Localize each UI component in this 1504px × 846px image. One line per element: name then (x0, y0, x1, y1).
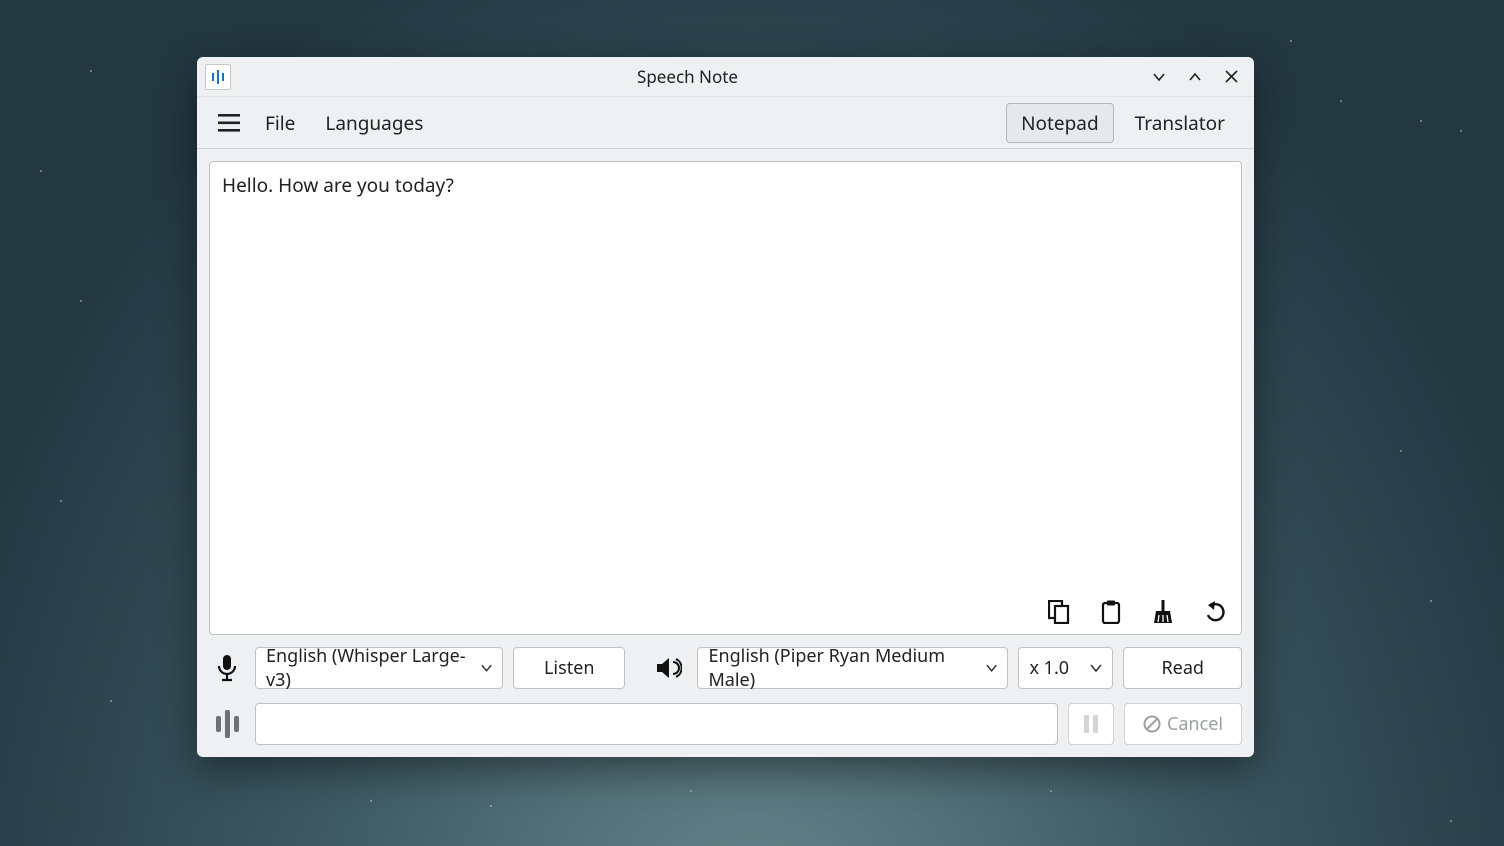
pause-icon (1083, 715, 1099, 733)
maximize-button[interactable] (1180, 62, 1210, 92)
menu-languages[interactable]: Languages (313, 104, 435, 142)
tts-speed-select[interactable]: x 1.0 (1018, 647, 1113, 689)
app-window: Speech Note File Languages (197, 57, 1254, 757)
content-area: Hello. How are you today? (197, 149, 1254, 647)
app-icon (205, 64, 231, 90)
tts-voice-label: English (Piper Ryan Medium Male) (708, 644, 978, 692)
bottom-panel: English (Whisper Large-v3) Listen Englis… (197, 647, 1254, 757)
close-button[interactable] (1216, 62, 1246, 92)
chevron-down-icon (481, 664, 492, 672)
titlebar: Speech Note (197, 57, 1254, 97)
menu-file[interactable]: File (253, 104, 307, 142)
tab-notepad[interactable]: Notepad (1006, 103, 1114, 143)
cancel-button[interactable]: Cancel (1124, 703, 1242, 745)
paste-button[interactable] (1099, 600, 1123, 624)
stt-model-select[interactable]: English (Whisper Large-v3) (255, 647, 503, 689)
note-textarea[interactable]: Hello. How are you today? (210, 162, 1241, 634)
mic-icon (209, 654, 245, 682)
cancel-icon (1143, 715, 1161, 733)
stt-model-label: English (Whisper Large-v3) (266, 644, 473, 692)
tts-voice-select[interactable]: English (Piper Ryan Medium Male) (697, 647, 1008, 689)
minimize-button[interactable] (1144, 62, 1174, 92)
copy-button[interactable] (1047, 600, 1071, 624)
chevron-down-icon (1090, 664, 1102, 672)
close-icon (1225, 70, 1238, 83)
tab-translator[interactable]: Translator (1120, 103, 1240, 143)
speaker-icon (651, 656, 687, 680)
tts-speed-label: x 1.0 (1029, 656, 1069, 680)
broom-icon (1153, 600, 1173, 624)
undo-button[interactable] (1203, 600, 1227, 624)
chevron-down-icon (1152, 70, 1166, 84)
hamburger-icon (218, 114, 240, 132)
chevron-down-icon (986, 664, 997, 672)
progress-bar[interactable] (255, 703, 1058, 745)
read-button[interactable]: Read (1123, 647, 1242, 689)
window-title: Speech Note (237, 65, 1138, 88)
clear-button[interactable] (1151, 600, 1175, 624)
hamburger-menu-button[interactable] (211, 105, 247, 141)
toolbar: File Languages Notepad Translator (197, 97, 1254, 149)
cancel-label: Cancel (1167, 712, 1223, 736)
undo-icon (1203, 601, 1227, 623)
clipboard-icon (1101, 600, 1121, 624)
waveform-icon (209, 710, 245, 738)
note-area: Hello. How are you today? (209, 161, 1242, 635)
chevron-up-icon (1188, 70, 1202, 84)
text-actions (1047, 600, 1227, 624)
copy-icon (1048, 600, 1070, 624)
listen-button[interactable]: Listen (513, 647, 625, 689)
pause-button[interactable] (1068, 703, 1114, 745)
